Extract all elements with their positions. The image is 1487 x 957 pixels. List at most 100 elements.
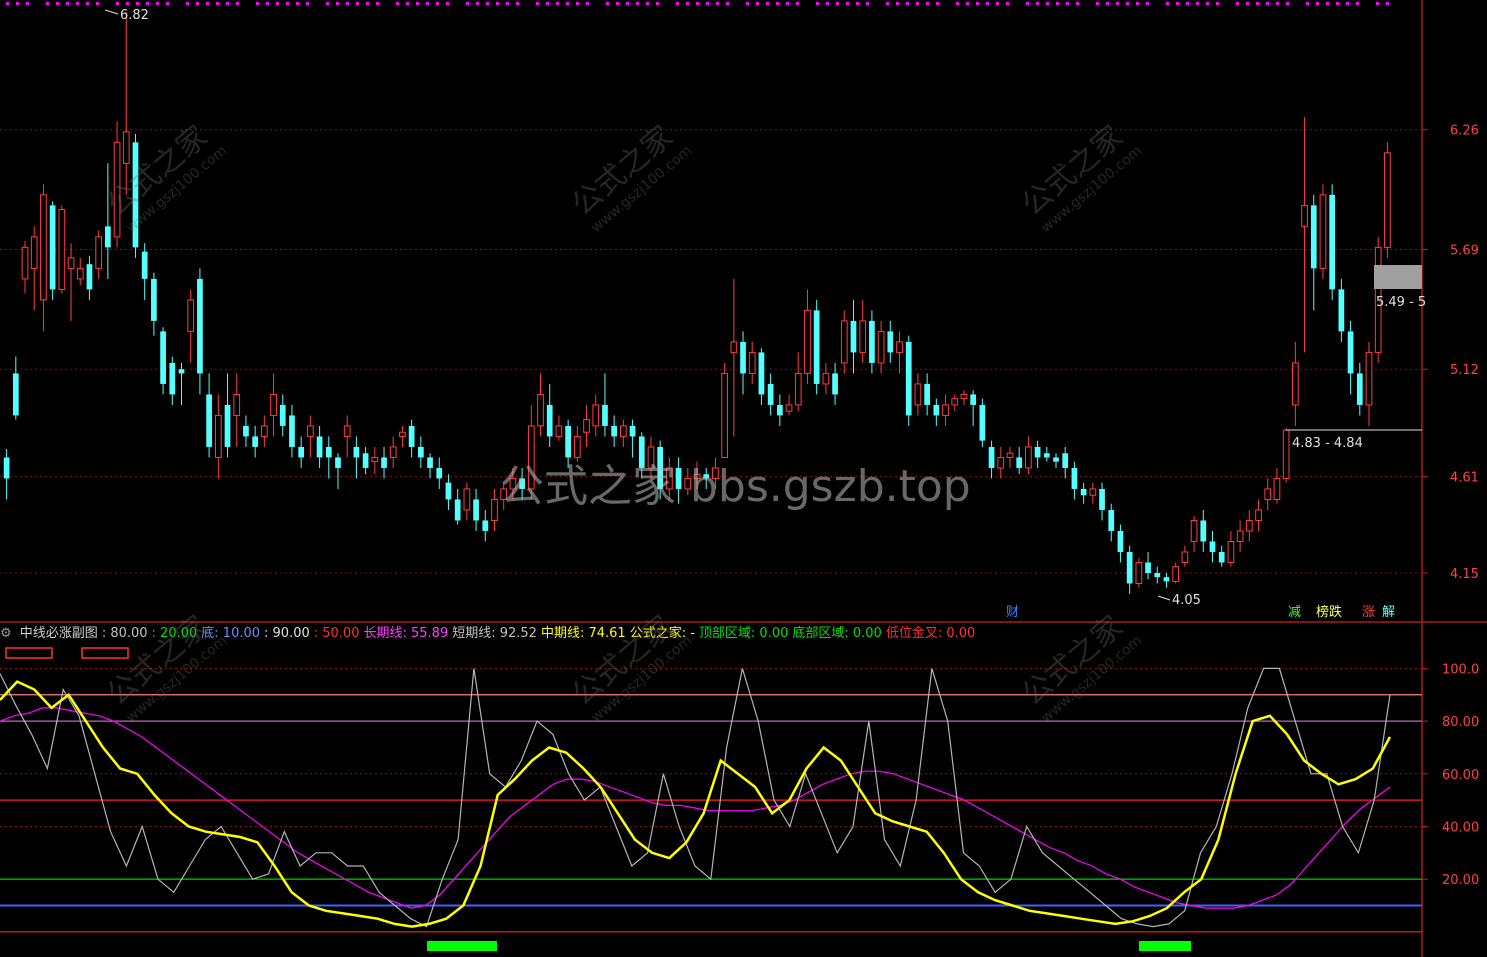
top-marker xyxy=(886,2,889,5)
top-marker xyxy=(726,2,729,5)
top-marker xyxy=(786,2,789,5)
candle-body-up xyxy=(389,446,397,458)
candle-body-up xyxy=(76,267,84,280)
badge-reduce[interactable]: 减 xyxy=(1286,604,1303,622)
legend-item: 中线必涨副图 xyxy=(19,626,98,641)
candle-body-down xyxy=(1053,457,1059,462)
candle-body-up xyxy=(1301,204,1308,227)
candle-body-up xyxy=(1172,566,1180,582)
top-marker xyxy=(1376,2,1379,5)
top-marker xyxy=(966,2,969,5)
top-marker xyxy=(1106,2,1109,5)
candle-body-up xyxy=(214,414,222,458)
candle-body-down xyxy=(767,383,774,405)
candle-body-down xyxy=(243,425,249,437)
top-marker xyxy=(416,2,419,5)
candle-body-down xyxy=(335,457,341,468)
top-marker xyxy=(896,2,899,5)
top-marker xyxy=(436,2,439,5)
top-marker xyxy=(376,2,379,5)
top-marker xyxy=(286,2,289,5)
top-marker xyxy=(746,2,749,5)
candle-body-down xyxy=(832,373,838,395)
badge-unlock[interactable]: 解 xyxy=(1380,604,1397,622)
top-marker xyxy=(1006,2,1009,5)
top-marker xyxy=(1136,2,1139,5)
top-marker xyxy=(1356,2,1359,5)
top-marker xyxy=(66,2,69,5)
top-marker xyxy=(326,2,329,5)
candle-body-up xyxy=(1273,477,1281,500)
top-marker xyxy=(656,2,659,5)
candle-body-up xyxy=(583,419,590,433)
top-marker xyxy=(616,2,619,5)
candle-body-down xyxy=(3,457,10,479)
sub-y-tick-label: 60.00 xyxy=(1442,768,1479,783)
legend-item: : 50.00 xyxy=(313,626,360,641)
top-marker xyxy=(546,2,549,5)
candle-body-down xyxy=(141,251,148,279)
top-marker xyxy=(1056,2,1059,5)
top-marker xyxy=(1036,2,1039,5)
top-marker xyxy=(556,2,559,5)
candle-body-down xyxy=(979,404,986,441)
candle-body-down xyxy=(1108,509,1115,531)
top-marker xyxy=(1166,2,1169,5)
series-line-long xyxy=(0,707,1391,909)
gear-icon[interactable]: ⚙ xyxy=(0,626,12,641)
badge-limit-up[interactable]: 涨 xyxy=(1360,604,1377,622)
candle-body-up xyxy=(942,404,949,416)
top-marker xyxy=(906,2,909,5)
badge-finance[interactable]: 财 xyxy=(1004,604,1021,622)
y-tick-label: 4.61 xyxy=(1450,470,1479,485)
candle-body-down xyxy=(362,453,369,468)
candle-body-down xyxy=(1310,205,1317,269)
candle-body-down xyxy=(1200,520,1207,542)
candle-body-up xyxy=(620,425,627,437)
y-tick-label: 4.15 xyxy=(1450,567,1479,582)
top-marker xyxy=(816,2,819,5)
top-marker xyxy=(356,2,359,5)
candle-body-down xyxy=(105,226,111,248)
candle-body-up xyxy=(1255,509,1262,521)
candle-body-down xyxy=(86,264,93,290)
top-marker xyxy=(86,2,89,5)
sub-y-tick-label: 100.0 xyxy=(1442,662,1479,677)
candle-body-down xyxy=(1117,530,1124,552)
legend-item: 长期线: 55.89 xyxy=(363,626,449,641)
candle-body-up xyxy=(1245,519,1253,532)
y-tick-label: 5.12 xyxy=(1450,363,1479,378)
candle-body-down xyxy=(887,331,894,353)
top-marker xyxy=(306,2,309,5)
candle-body-up xyxy=(785,404,793,412)
candle-body-up xyxy=(122,131,130,164)
candle-body-down xyxy=(206,394,212,447)
sub-y-tick-label: 20.00 xyxy=(1442,873,1479,888)
candle-body-down xyxy=(1347,331,1354,374)
candle-body-down xyxy=(776,404,783,416)
candle-body-up xyxy=(307,425,314,437)
top-marker xyxy=(16,2,19,5)
badge-list-drop[interactable]: 榜跌 xyxy=(1314,604,1344,622)
top-marker xyxy=(846,2,849,5)
candle-body-down xyxy=(325,446,332,458)
candle-body-down xyxy=(1071,467,1078,489)
top-marker xyxy=(186,2,189,5)
top-marker xyxy=(1236,2,1239,5)
top-marker xyxy=(536,2,539,5)
high-pointer xyxy=(104,9,119,15)
top-marker xyxy=(276,2,279,5)
series-line-short xyxy=(0,667,1391,928)
top-marker xyxy=(366,2,369,5)
candle-body-up xyxy=(21,246,29,280)
candle-body-down xyxy=(1145,562,1151,573)
candle-body-up xyxy=(30,236,38,269)
candle-body-up xyxy=(1291,362,1299,406)
candle-body-down xyxy=(316,436,323,458)
candle-body-up xyxy=(260,425,268,437)
top-marker xyxy=(1346,2,1349,5)
candle-body-down xyxy=(1218,551,1225,563)
top-marker xyxy=(506,2,509,5)
candle-body-down xyxy=(1329,194,1336,290)
top-marker xyxy=(936,2,939,5)
